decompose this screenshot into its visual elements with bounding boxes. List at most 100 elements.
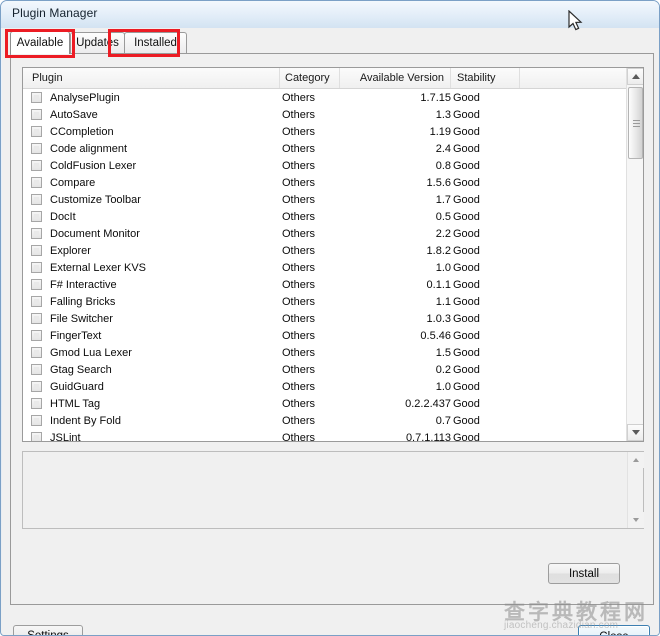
plugin-stability: Good (453, 295, 480, 308)
plugin-checkbox[interactable] (31, 330, 42, 341)
plugin-checkbox[interactable] (31, 126, 42, 137)
plugin-checkbox[interactable] (31, 109, 42, 120)
plugin-name: Indent By Fold (50, 414, 121, 427)
plugin-list-body[interactable]: AnalysePlugin Others 1.7.15 Good AutoSave Oth… (23, 89, 628, 442)
plugin-checkbox[interactable] (31, 364, 42, 375)
install-button[interactable]: Install (548, 563, 620, 584)
table-row[interactable]: Customize Toolbar Others 1.7 Good (23, 191, 628, 208)
plugin-name: Compare (50, 176, 96, 189)
table-row[interactable]: External Lexer KVS Others 1.0 Good (23, 259, 628, 276)
plugin-checkbox[interactable] (31, 296, 42, 307)
plugin-stability: Good (453, 210, 480, 223)
plugin-version: 0.1.1 (426, 278, 451, 291)
plugin-stability: Good (453, 176, 480, 189)
plugin-stability: Good (453, 346, 480, 359)
plugin-version: 1.5 (435, 346, 451, 359)
title-bar[interactable]: Plugin Manager (1, 1, 659, 28)
plugin-category: Others (282, 414, 316, 427)
table-row[interactable]: Gmod Lua Lexer Others 1.5 Good (23, 344, 628, 361)
plugin-version: 1.7.15 (420, 91, 451, 104)
plugin-list[interactable]: Plugin Category Available Version Stabil… (22, 67, 644, 442)
scroll-up-icon[interactable] (627, 68, 643, 85)
description-scrollbar[interactable] (627, 452, 644, 528)
plugin-version: 0.7.1.113 (405, 431, 451, 442)
plugin-checkbox[interactable] (31, 211, 42, 222)
table-row[interactable]: CCompletion Others 1.19 Good (23, 123, 628, 140)
column-header-category[interactable]: Category (280, 68, 340, 88)
plugin-stability: Good (453, 159, 480, 172)
table-row[interactable]: AutoSave Others 1.3 Good (23, 106, 628, 123)
plugin-version: 0.2.2.437 (405, 397, 451, 410)
plugin-stability: Good (453, 227, 480, 240)
description-scroll-up-icon[interactable] (628, 452, 644, 468)
close-button[interactable]: Close (578, 625, 650, 635)
plugin-checkbox[interactable] (31, 415, 42, 426)
plugin-stability: Good (453, 380, 480, 393)
table-row[interactable]: HTML Tag Others 0.2.2.437 Good (23, 395, 628, 412)
plugin-checkbox[interactable] (31, 313, 42, 324)
table-row[interactable]: Document Monitor Others 2.2 Good (23, 225, 628, 242)
plugin-checkbox[interactable] (31, 398, 42, 409)
table-row[interactable]: AnalysePlugin Others 1.7.15 Good (23, 89, 628, 106)
plugin-category: Others (282, 244, 316, 257)
table-row[interactable]: GuidGuard Others 1.0 Good (23, 378, 628, 395)
column-header-stability[interactable]: Stability (451, 68, 520, 88)
plugin-category: Others (282, 176, 316, 189)
plugin-checkbox[interactable] (31, 245, 42, 256)
plugin-category: Others (282, 295, 316, 308)
annotation-box-installed-tab (108, 29, 180, 57)
column-header-available-version[interactable]: Available Version (340, 68, 451, 88)
plugin-checkbox[interactable] (31, 143, 42, 154)
column-header-stability-label: Stability (457, 72, 496, 84)
table-row[interactable]: Indent By Fold Others 0.7 Good (23, 412, 628, 429)
plugin-stability: Good (453, 312, 480, 325)
table-row[interactable]: Explorer Others 1.8.2 Good (23, 242, 628, 259)
description-scroll-down-icon[interactable] (628, 512, 644, 528)
settings-button-label: Settings (27, 629, 69, 636)
table-row[interactable]: DocIt Others 0.5 Good (23, 208, 628, 225)
plugin-checkbox[interactable] (31, 432, 42, 441)
plugin-name: F# Interactive (50, 278, 117, 291)
plugin-category: Others (282, 363, 316, 376)
scroll-down-icon[interactable] (627, 424, 643, 441)
scrollbar-thumb[interactable] (628, 87, 643, 159)
plugin-checkbox[interactable] (31, 262, 42, 273)
plugin-name: Customize Toolbar (50, 193, 141, 206)
table-row[interactable]: Gtag Search Others 0.2 Good (23, 361, 628, 378)
plugin-name: AnalysePlugin (50, 91, 120, 104)
plugin-checkbox[interactable] (31, 194, 42, 205)
plugin-checkbox[interactable] (31, 347, 42, 358)
plugin-stability: Good (453, 363, 480, 376)
plugin-stability: Good (453, 125, 480, 138)
column-header-blank (520, 68, 628, 88)
tab-page-available: Plugin Category Available Version Stabil… (10, 53, 654, 605)
plugin-category: Others (282, 346, 316, 359)
plugin-checkbox[interactable] (31, 279, 42, 290)
plugin-checkbox[interactable] (31, 381, 42, 392)
table-row[interactable]: Falling Bricks Others 1.1 Good (23, 293, 628, 310)
plugin-checkbox[interactable] (31, 160, 42, 171)
plugin-version: 0.7 (435, 414, 451, 427)
table-row[interactable]: File Switcher Others 1.0.3 Good (23, 310, 628, 327)
plugin-checkbox[interactable] (31, 228, 42, 239)
table-row[interactable]: ColdFusion Lexer Others 0.8 Good (23, 157, 628, 174)
plugin-list-scrollbar[interactable] (626, 68, 643, 441)
table-row[interactable]: Code alignment Others 2.4 Good (23, 140, 628, 157)
plugin-version: 1.7 (435, 193, 451, 206)
plugin-name: AutoSave (50, 108, 98, 121)
install-button-label: Install (568, 567, 600, 580)
table-row[interactable]: F# Interactive Others 0.1.1 Good (23, 276, 628, 293)
plugin-category: Others (282, 210, 316, 223)
table-row[interactable]: Compare Others 1.5.6 Good (23, 174, 628, 191)
table-row[interactable]: JSLint Others 0.7.1.113 Good (23, 429, 628, 442)
plugin-checkbox[interactable] (31, 177, 42, 188)
table-row[interactable]: FingerText Others 0.5.46 Good (23, 327, 628, 344)
plugin-description-panel[interactable] (22, 451, 644, 529)
plugin-name: HTML Tag (50, 397, 101, 410)
plugin-category: Others (282, 125, 316, 138)
plugin-category: Others (282, 159, 316, 172)
plugin-name: ColdFusion Lexer (50, 159, 137, 172)
settings-button[interactable]: Settings (13, 625, 83, 636)
column-header-plugin[interactable]: Plugin (23, 68, 280, 88)
plugin-checkbox[interactable] (31, 92, 42, 103)
